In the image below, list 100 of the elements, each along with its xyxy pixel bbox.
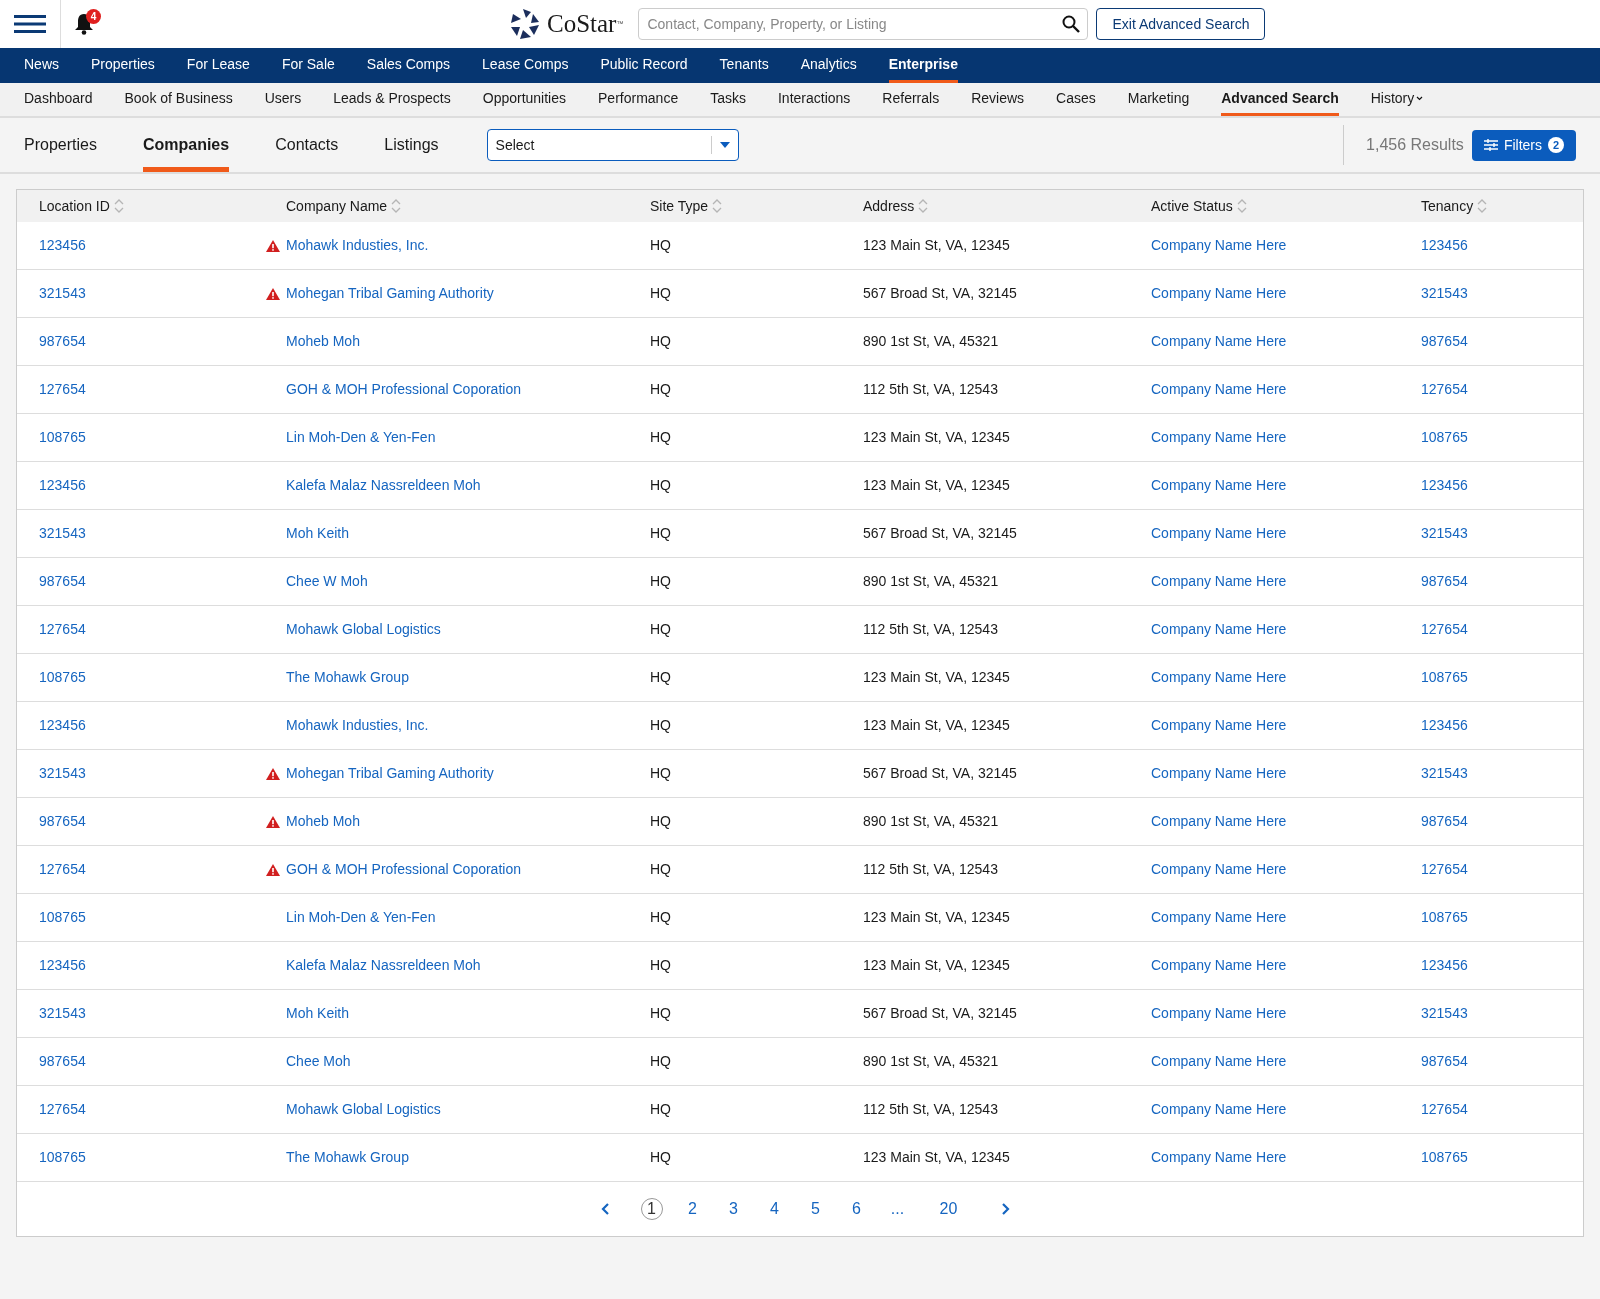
company-name-link[interactable]: Moh Keith [286, 523, 350, 544]
location-id-link[interactable]: 123456 [39, 477, 86, 493]
tenancy-link[interactable]: 127654 [1421, 861, 1468, 877]
company-name-link[interactable]: Mohawk Global Logistics [286, 1099, 441, 1120]
location-id-link[interactable]: 987654 [39, 813, 86, 829]
company-name-link[interactable]: Chee W Moh [286, 571, 368, 592]
chevron-right-icon[interactable] [1000, 1202, 1011, 1216]
tenancy-link[interactable]: 127654 [1421, 1101, 1468, 1117]
active-status-link[interactable]: Company Name Here [1151, 1101, 1287, 1117]
location-id-link[interactable]: 108765 [39, 909, 86, 925]
tenancy-link[interactable]: 987654 [1421, 573, 1468, 589]
tenancy-link[interactable]: 123456 [1421, 717, 1468, 733]
active-status-link[interactable]: Company Name Here [1151, 1005, 1287, 1021]
main-nav-link[interactable]: Sales Comps [366, 48, 451, 83]
company-name-link[interactable]: Mohawk Industies, Inc. [286, 715, 429, 736]
location-id-link[interactable]: 127654 [39, 1101, 86, 1117]
active-status-link[interactable]: Company Name Here [1151, 285, 1287, 301]
company-name-link[interactable]: Moheb Moh [286, 331, 360, 352]
sub-nav-link[interactable]: Marketing [1127, 83, 1190, 116]
page-link[interactable]: 20 [937, 1198, 960, 1220]
tenancy-link[interactable]: 127654 [1421, 381, 1468, 397]
main-nav-link[interactable]: Properties [91, 48, 155, 83]
main-nav-link[interactable]: Public Record [600, 48, 688, 83]
active-status-link[interactable]: Company Name Here [1151, 237, 1287, 253]
sort-icon[interactable] [391, 198, 402, 214]
tenancy-link[interactable]: 321543 [1421, 525, 1468, 541]
tenancy-link[interactable]: 108765 [1421, 909, 1468, 925]
location-id-link[interactable]: 321543 [39, 285, 86, 301]
company-name-link[interactable]: GOH & MOH Professional Coporation [286, 379, 521, 400]
page-link[interactable]: 4 [763, 1198, 786, 1220]
active-status-link[interactable]: Company Name Here [1151, 381, 1287, 397]
sub-nav-link[interactable]: Tasks [710, 83, 746, 116]
search-tab[interactable]: Listings [384, 118, 439, 172]
tenancy-link[interactable]: 987654 [1421, 813, 1468, 829]
location-id-link[interactable]: 987654 [39, 1053, 86, 1069]
tenancy-link[interactable]: 108765 [1421, 669, 1468, 685]
company-name-link[interactable]: Moh Keith [286, 1003, 350, 1024]
location-id-link[interactable]: 108765 [39, 669, 86, 685]
active-status-link[interactable]: Company Name Here [1151, 477, 1287, 493]
active-status-link[interactable]: Company Name Here [1151, 669, 1287, 685]
tenancy-link[interactable]: 123456 [1421, 237, 1468, 253]
location-id-link[interactable]: 127654 [39, 861, 86, 877]
sort-icon[interactable] [712, 198, 723, 214]
filters-button[interactable]: Filters 2 [1471, 129, 1576, 161]
active-status-link[interactable]: Company Name Here [1151, 909, 1287, 925]
tenancy-link[interactable]: 987654 [1421, 333, 1468, 349]
sub-nav-link[interactable]: Cases [1056, 83, 1096, 116]
tenancy-link[interactable]: 123456 [1421, 477, 1468, 493]
active-status-link[interactable]: Company Name Here [1151, 429, 1287, 445]
sub-nav-link[interactable]: Interactions [778, 83, 851, 116]
active-status-link[interactable]: Company Name Here [1151, 957, 1287, 973]
location-id-link[interactable]: 108765 [39, 429, 86, 445]
tenancy-link[interactable]: 123456 [1421, 957, 1468, 973]
company-name-link[interactable]: Lin Moh-Den & Yen-Fen [286, 427, 436, 448]
company-name-link[interactable]: Kalefa Malaz Nassreldeen Moh [286, 475, 481, 496]
page-link[interactable]: ... [886, 1198, 909, 1220]
search-tab[interactable]: Companies [142, 118, 230, 172]
search-tab[interactable]: Contacts [275, 118, 339, 172]
select-dropdown[interactable]: Select [486, 129, 739, 161]
location-id-link[interactable]: 108765 [39, 1149, 86, 1165]
active-status-link[interactable]: Company Name Here [1151, 333, 1287, 349]
main-nav-link[interactable]: Lease Comps [482, 48, 569, 83]
tenancy-link[interactable]: 321543 [1421, 285, 1468, 301]
sub-nav-link[interactable]: Users [264, 83, 302, 116]
sub-nav-link[interactable]: Advanced Search [1221, 83, 1339, 116]
exit-advanced-search-button[interactable]: Exit Advanced Search [1096, 8, 1266, 40]
page-link[interactable]: 6 [845, 1198, 868, 1220]
company-name-link[interactable]: Mohegan Tribal Gaming Authority [286, 283, 494, 304]
company-name-link[interactable]: GOH & MOH Professional Coporation [286, 859, 521, 880]
sub-nav-link[interactable]: Leads & Prospects [333, 83, 451, 116]
location-id-link[interactable]: 123456 [39, 957, 86, 973]
active-status-link[interactable]: Company Name Here [1151, 1053, 1287, 1069]
active-status-link[interactable]: Company Name Here [1151, 525, 1287, 541]
company-name-link[interactable]: Mohegan Tribal Gaming Authority [286, 763, 494, 784]
page-link[interactable]: 5 [804, 1198, 827, 1220]
page-link[interactable]: 3 [722, 1198, 745, 1220]
company-name-link[interactable]: Mohawk Global Logistics [286, 619, 441, 640]
tenancy-link[interactable]: 108765 [1421, 1149, 1468, 1165]
chevron-left-icon[interactable] [599, 1202, 610, 1216]
tenancy-link[interactable]: 127654 [1421, 621, 1468, 637]
tenancy-link[interactable]: 321543 [1421, 1005, 1468, 1021]
main-nav-link[interactable]: For Lease [186, 48, 250, 83]
active-status-link[interactable]: Company Name Here [1151, 621, 1287, 637]
page-link[interactable]: 2 [681, 1198, 704, 1220]
sub-nav-link[interactable]: History [1370, 83, 1424, 116]
sub-nav-link[interactable]: Referrals [882, 83, 940, 116]
search-tab[interactable]: Properties [24, 118, 97, 172]
search-field[interactable]: Contact, Company, Property, or Listing [638, 8, 1089, 40]
tenancy-link[interactable]: 321543 [1421, 765, 1468, 781]
sub-nav-link[interactable]: Reviews [971, 83, 1025, 116]
location-id-link[interactable]: 123456 [39, 717, 86, 733]
location-id-link[interactable]: 321543 [39, 1005, 86, 1021]
active-status-link[interactable]: Company Name Here [1151, 765, 1287, 781]
location-id-link[interactable]: 321543 [39, 765, 86, 781]
company-name-link[interactable]: The Mohawk Group [286, 667, 409, 688]
location-id-link[interactable]: 127654 [39, 381, 86, 397]
active-status-link[interactable]: Company Name Here [1151, 573, 1287, 589]
company-name-link[interactable]: The Mohawk Group [286, 1147, 409, 1168]
location-id-link[interactable]: 321543 [39, 525, 86, 541]
location-id-link[interactable]: 123456 [39, 237, 86, 253]
